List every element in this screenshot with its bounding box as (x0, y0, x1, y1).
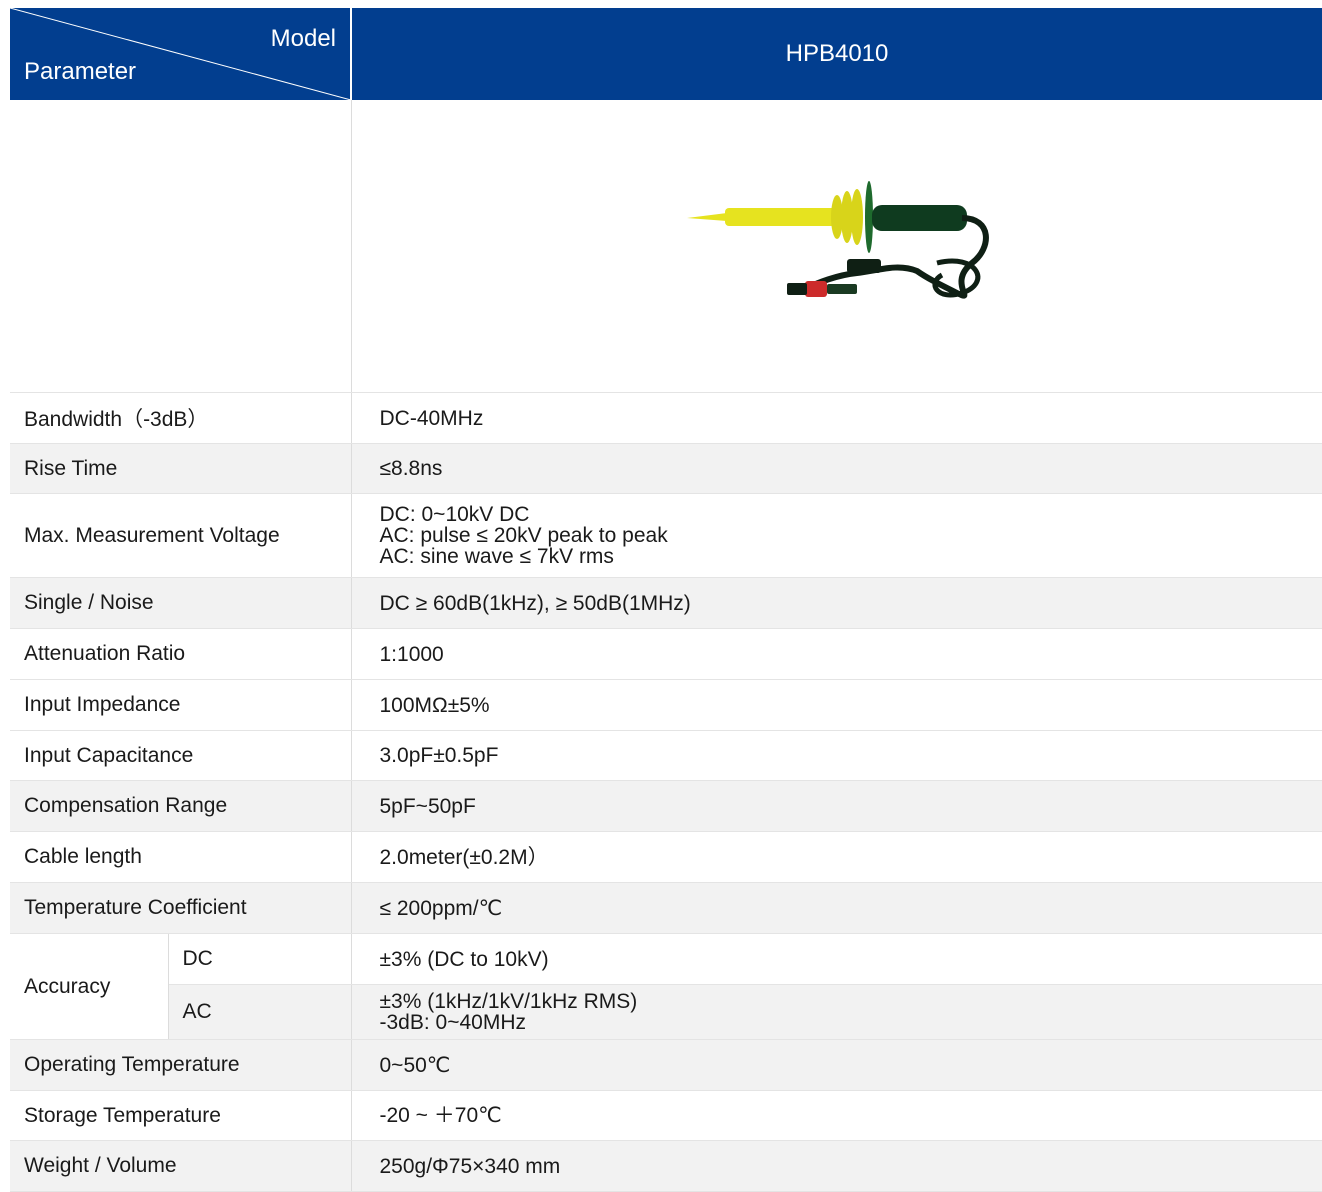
spec-label: Cable length (10, 832, 351, 883)
spec-label: Bandwidth（-3dB） (10, 393, 351, 444)
spec-sheet: Model Parameter HPB4010 (10, 8, 1322, 1192)
spec-label: Input Impedance (10, 680, 351, 731)
spec-table: Model Parameter HPB4010 (10, 8, 1322, 1192)
spec-value-line: ±3% (DC to 10kV) (380, 949, 1322, 970)
spec-value-line: 0~50℃ (380, 1055, 1322, 1076)
spec-value-line: DC-40MHz (380, 408, 1322, 429)
spec-value-line: ≤8.8ns (380, 458, 1322, 479)
spec-value-line: 2.0meter(±0.2M） (380, 847, 1322, 868)
high-voltage-probe-image (677, 163, 997, 323)
spec-value: ±3% (DC to 10kV) (351, 934, 1322, 985)
spec-row-bandwidth: Bandwidth（-3dB） DC-40MHz (10, 393, 1322, 444)
spec-label: Input Capacitance (10, 731, 351, 781)
parameter-header-label: Parameter (24, 58, 136, 86)
spec-label: Operating Temperature (10, 1040, 351, 1091)
spec-label: Storage Temperature (10, 1091, 351, 1141)
accuracy-dc-label: DC (168, 934, 351, 985)
product-image-cell (351, 100, 1322, 393)
spec-value-line: -20 ~ ＋70℃ (380, 1105, 1322, 1126)
spec-row-input-capacitance: Input Capacitance 3.0pF±0.5pF (10, 731, 1322, 781)
spec-value: 100MΩ±5% (351, 680, 1322, 731)
image-row (10, 100, 1322, 393)
spec-row-input-impedance: Input Impedance 100MΩ±5% (10, 680, 1322, 731)
accuracy-ac-label: AC (168, 985, 351, 1040)
spec-row-temperature-coefficient: Temperature Coefficient ≤ 200ppm/℃ (10, 883, 1322, 934)
spec-value-line: 5pF~50pF (380, 796, 1322, 817)
spec-label: Compensation Range (10, 781, 351, 832)
image-row-label-cell (10, 100, 351, 393)
model-name: HPB4010 (351, 8, 1322, 100)
diagonal-divider (10, 8, 351, 100)
spec-value-line: -3dB: 0~40MHz (380, 1012, 1322, 1033)
spec-label: Single / Noise (10, 578, 351, 629)
spec-label: Temperature Coefficient (10, 883, 351, 934)
spec-value-line: DC ≥ 60dB(1kHz), ≥ 50dB(1MHz) (380, 593, 1322, 614)
spec-value-line: 100MΩ±5% (380, 695, 1322, 716)
spec-value: DC-40MHz (351, 393, 1322, 444)
spec-value: ≤8.8ns (351, 444, 1322, 494)
spec-value-line: ±3% (1kHz/1kV/1kHz RMS) (380, 991, 1322, 1012)
spec-value: 3.0pF±0.5pF (351, 731, 1322, 781)
spec-row-rise-time: Rise Time ≤8.8ns (10, 444, 1322, 494)
spec-row-compensation-range: Compensation Range 5pF~50pF (10, 781, 1322, 832)
spec-value: ≤ 200ppm/℃ (351, 883, 1322, 934)
spec-value: 1:1000 (351, 629, 1322, 680)
spec-value: 5pF~50pF (351, 781, 1322, 832)
spec-row-operating-temperature: Operating Temperature 0~50℃ (10, 1040, 1322, 1091)
spec-row-storage-temperature: Storage Temperature -20 ~ ＋70℃ (10, 1091, 1322, 1141)
spec-value-line: 3.0pF±0.5pF (380, 745, 1322, 766)
spec-value: -20 ~ ＋70℃ (351, 1091, 1322, 1141)
spec-value-line: 1:1000 (380, 644, 1322, 665)
spec-row-max-voltage: Max. Measurement Voltage DC: 0~10kV DC A… (10, 494, 1322, 578)
spec-row-signal-noise: Single / Noise DC ≥ 60dB(1kHz), ≥ 50dB(1… (10, 578, 1322, 629)
spec-label: Max. Measurement Voltage (10, 494, 351, 578)
spec-value-line: AC: sine wave ≤ 7kV rms (380, 546, 1322, 567)
spec-value: 2.0meter(±0.2M） (351, 832, 1322, 883)
spec-value-line: DC: 0~10kV DC (380, 504, 1322, 525)
model-header-label: Model (271, 25, 336, 53)
spec-value-line: 250g/Φ75×340 mm (380, 1156, 1322, 1177)
spec-value: 0~50℃ (351, 1040, 1322, 1091)
spec-label: Rise Time (10, 444, 351, 494)
spec-value: DC ≥ 60dB(1kHz), ≥ 50dB(1MHz) (351, 578, 1322, 629)
spec-row-cable-length: Cable length 2.0meter(±0.2M） (10, 832, 1322, 883)
header-row: Model Parameter HPB4010 (10, 8, 1322, 100)
spec-label: Attenuation Ratio (10, 629, 351, 680)
spec-value-line: AC: pulse ≤ 20kV peak to peak (380, 525, 1322, 546)
spec-value: DC: 0~10kV DC AC: pulse ≤ 20kV peak to p… (351, 494, 1322, 578)
accuracy-label: Accuracy (10, 934, 168, 1040)
spec-row-attenuation: Attenuation Ratio 1:1000 (10, 629, 1322, 680)
spec-value: ±3% (1kHz/1kV/1kHz RMS) -3dB: 0~40MHz (351, 985, 1322, 1040)
spec-row-accuracy-dc: Accuracy DC ±3% (DC to 10kV) (10, 934, 1322, 985)
header-corner-cell: Model Parameter (10, 8, 351, 100)
spec-value-line: ≤ 200ppm/℃ (380, 898, 1322, 919)
spec-row-accuracy-ac: AC ±3% (1kHz/1kV/1kHz RMS) -3dB: 0~40MHz (10, 985, 1322, 1040)
